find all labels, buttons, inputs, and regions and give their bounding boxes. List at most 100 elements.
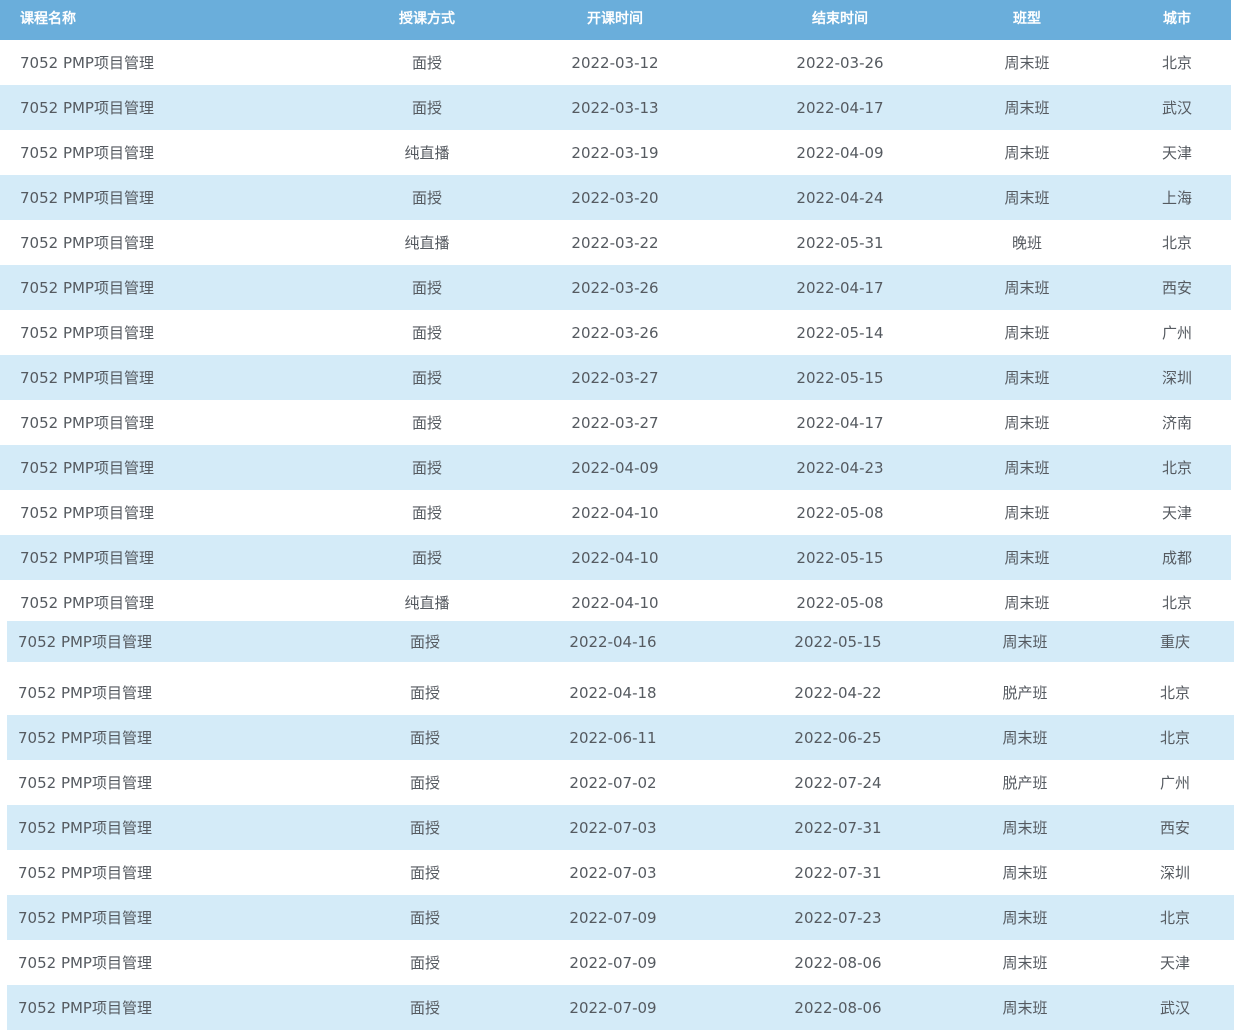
- teaching-mode-cell: 面授: [409, 999, 440, 1017]
- city-cell: 北京: [1161, 594, 1192, 612]
- start-date-cell: 2022-07-03: [569, 818, 657, 837]
- end-date-cell: 2022-04-24: [796, 188, 884, 207]
- table-row[interactable]: 7052 PMP项目管理 面授 2022-03-13 2022-04-17 周末班 武汉: [0, 85, 1231, 130]
- city-cell: 深圳: [1159, 864, 1190, 882]
- teaching-mode-cell: 面授: [411, 99, 442, 117]
- course-name-cell: 7052 PMP项目管理: [18, 909, 152, 927]
- teaching-mode-cell: 纯直播: [404, 594, 450, 612]
- table-row[interactable]: 7052 PMP项目管理 面授 2022-03-27 2022-04-17 周末班 济南: [0, 400, 1231, 445]
- start-date-cell: 2022-03-12: [571, 53, 659, 72]
- teaching-mode-cell: 面授: [411, 189, 442, 207]
- class-type-cell: 周末班: [1002, 999, 1048, 1017]
- header-end-date: 结束时间: [812, 11, 868, 27]
- start-date-cell: 2022-03-13: [571, 98, 659, 117]
- end-date-cell: 2022-05-15: [796, 368, 884, 387]
- start-date-cell: 2022-03-27: [571, 413, 659, 432]
- start-date-cell: 2022-07-09: [569, 908, 657, 927]
- teaching-mode-cell: 面授: [411, 549, 442, 567]
- header-teaching-mode: 授课方式: [399, 11, 455, 27]
- end-date-cell: 2022-04-17: [796, 98, 884, 117]
- end-date-cell: 2022-03-26: [796, 53, 884, 72]
- start-date-cell: 2022-03-22: [571, 233, 659, 252]
- table-row[interactable]: 7052 PMP项目管理 面授 2022-07-02 2022-07-24 脱产班 广州: [7, 760, 1234, 805]
- table-row[interactable]: 7052 PMP项目管理 面授 2022-04-10 2022-05-15 周末班 成都: [0, 535, 1231, 580]
- class-type-cell: 周末班: [1002, 864, 1048, 882]
- end-date-cell: 2022-07-31: [794, 818, 882, 837]
- table-row[interactable]: 7052 PMP项目管理 纯直播 2022-03-22 2022-05-31 晚班 北京: [0, 220, 1231, 265]
- table-row[interactable]: 7052 PMP项目管理 纯直播 2022-03-19 2022-04-09 周末班 天津: [0, 130, 1231, 175]
- start-date-cell: 2022-04-16: [569, 632, 657, 651]
- table-row[interactable]: 7052 PMP项目管理 面授 2022-07-03 2022-07-31 周末班 西安: [7, 805, 1234, 850]
- class-type-cell: 周末班: [1004, 549, 1050, 567]
- course-name-cell: 7052 PMP项目管理: [20, 549, 154, 567]
- city-cell: 重庆: [1159, 633, 1190, 651]
- city-cell: 北京: [1161, 459, 1192, 477]
- teaching-mode-cell: 面授: [411, 54, 442, 72]
- city-cell: 上海: [1161, 189, 1192, 207]
- end-date-cell: 2022-04-23: [796, 458, 884, 477]
- teaching-mode-cell: 面授: [411, 504, 442, 522]
- course-name-cell: 7052 PMP项目管理: [20, 369, 154, 387]
- table-row[interactable]: 7052 PMP项目管理 面授 2022-04-18 2022-04-22 脱产班 北京: [7, 670, 1234, 715]
- table-row[interactable]: 7052 PMP项目管理 面授 2022-07-09 2022-08-06 周末班 天津: [7, 940, 1234, 985]
- start-date-cell: 2022-04-18: [569, 683, 657, 702]
- course-name-cell: 7052 PMP项目管理: [20, 54, 154, 72]
- course-name-cell: 7052 PMP项目管理: [20, 324, 154, 342]
- class-type-cell: 周末班: [1004, 459, 1050, 477]
- start-date-cell: 2022-04-10: [571, 548, 659, 567]
- header-class-type: 班型: [1013, 11, 1041, 27]
- start-date-cell: 2022-04-10: [571, 593, 659, 612]
- class-type-cell: 周末班: [1002, 909, 1048, 927]
- class-type-cell: 脱产班: [1002, 774, 1048, 792]
- table-row[interactable]: 7052 PMP项目管理 面授 2022-07-03 2022-07-31 周末班 深圳: [7, 850, 1234, 895]
- teaching-mode-cell: 面授: [409, 954, 440, 972]
- course-name-cell: 7052 PMP项目管理: [18, 633, 152, 651]
- table-row[interactable]: 7052 PMP项目管理 面授 2022-03-26 2022-04-17 周末班 西安: [0, 265, 1231, 310]
- city-cell: 深圳: [1161, 369, 1192, 387]
- teaching-mode-cell: 面授: [411, 369, 442, 387]
- start-date-cell: 2022-07-03: [569, 863, 657, 882]
- table-row[interactable]: 7052 PMP项目管理 面授 2022-04-10 2022-05-08 周末班 天津: [0, 490, 1231, 535]
- class-type-cell: 周末班: [1004, 144, 1050, 162]
- start-date-cell: 2022-03-26: [571, 323, 659, 342]
- table-row[interactable]: 7052 PMP项目管理 面授 2022-04-16 2022-05-15 周末班 重庆: [7, 621, 1234, 662]
- class-type-cell: 周末班: [1004, 324, 1050, 342]
- table-row[interactable]: 7052 PMP项目管理 面授 2022-03-20 2022-04-24 周末班 上海: [0, 175, 1231, 220]
- teaching-mode-cell: 纯直播: [404, 234, 450, 252]
- teaching-mode-cell: 面授: [409, 909, 440, 927]
- city-cell: 武汉: [1159, 999, 1190, 1017]
- header-start-date: 开课时间: [587, 11, 643, 27]
- class-type-cell: 周末班: [1004, 414, 1050, 432]
- table-row[interactable]: 7052 PMP项目管理 面授 2022-03-12 2022-03-26 周末班 北京: [0, 40, 1231, 85]
- course-name-cell: 7052 PMP项目管理: [20, 504, 154, 522]
- table-row[interactable]: 7052 PMP项目管理 面授 2022-03-26 2022-05-14 周末班 广州: [0, 310, 1231, 355]
- teaching-mode-cell: 面授: [409, 684, 440, 702]
- city-cell: 西安: [1159, 819, 1190, 837]
- start-date-cell: 2022-06-11: [569, 728, 657, 747]
- start-date-cell: 2022-07-02: [569, 773, 657, 792]
- end-date-cell: 2022-05-14: [796, 323, 884, 342]
- class-type-cell: 脱产班: [1002, 684, 1048, 702]
- course-name-cell: 7052 PMP项目管理: [18, 729, 152, 747]
- table-row[interactable]: 7052 PMP项目管理 面授 2022-06-11 2022-06-25 周末班 北京: [7, 715, 1234, 760]
- course-name-cell: 7052 PMP项目管理: [20, 459, 154, 477]
- end-date-cell: 2022-07-31: [794, 863, 882, 882]
- class-type-cell: 周末班: [1004, 99, 1050, 117]
- start-date-cell: 2022-03-27: [571, 368, 659, 387]
- class-type-cell: 周末班: [1002, 729, 1048, 747]
- table-row[interactable]: 7052 PMP项目管理 面授 2022-04-09 2022-04-23 周末班 北京: [0, 445, 1231, 490]
- table-row[interactable]: 7052 PMP项目管理 面授 2022-03-27 2022-05-15 周末班 深圳: [0, 355, 1231, 400]
- city-cell: 广州: [1159, 774, 1190, 792]
- start-date-cell: 2022-03-20: [571, 188, 659, 207]
- teaching-mode-cell: 面授: [409, 819, 440, 837]
- table-row[interactable]: 7052 PMP项目管理 面授 2022-07-09 2022-07-23 周末班 北京: [7, 895, 1234, 940]
- course-name-cell: 7052 PMP项目管理: [18, 999, 152, 1017]
- table-row[interactable]: 7052 PMP项目管理 纯直播 2022-04-10 2022-05-08 周末班 北京: [0, 580, 1231, 625]
- class-type-cell: 晚班: [1011, 234, 1042, 252]
- class-type-cell: 周末班: [1004, 279, 1050, 297]
- class-type-cell: 周末班: [1004, 189, 1050, 207]
- table-row[interactable]: 7052 PMP项目管理 面授 2022-07-09 2022-08-06 周末班 武汉: [7, 985, 1234, 1030]
- class-type-cell: 周末班: [1004, 54, 1050, 72]
- course-name-cell: 7052 PMP项目管理: [20, 234, 154, 252]
- course-name-cell: 7052 PMP项目管理: [18, 864, 152, 882]
